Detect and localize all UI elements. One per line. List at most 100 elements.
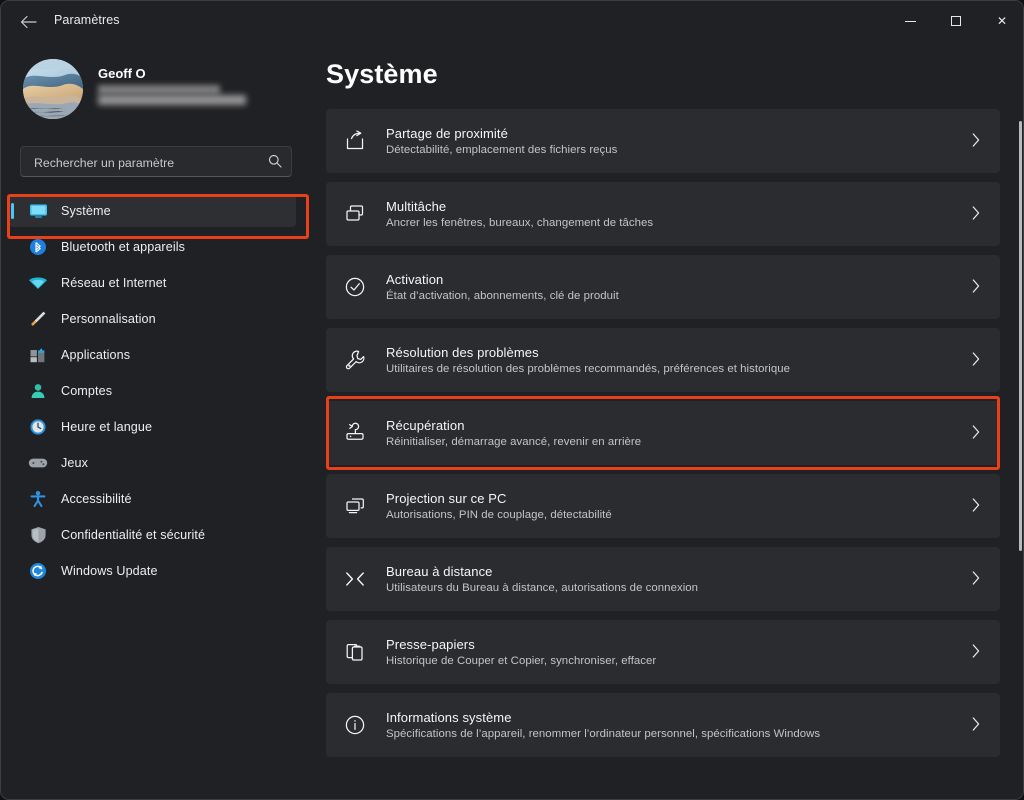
chevron-right-icon: [972, 279, 980, 298]
sidebar-item-applications[interactable]: Applications: [9, 339, 296, 371]
card-subtitle: Ancrer les fenêtres, bureaux, changement…: [386, 217, 653, 229]
card-text: Multitâche Ancrer les fenêtres, bureaux,…: [386, 199, 653, 229]
sidebar-item-windows-update[interactable]: Windows Update: [9, 555, 296, 587]
share-icon: [342, 130, 368, 152]
close-icon: ✕: [997, 15, 1007, 27]
card-partage-de-proximite[interactable]: Partage de proximité Détectabilité, empl…: [326, 109, 1000, 173]
projection-icon: [342, 495, 368, 517]
user-profile[interactable]: Geoff O: [23, 59, 293, 123]
minimize-button[interactable]: [887, 1, 933, 41]
window-title: Paramètres: [54, 13, 120, 27]
person-icon: [27, 382, 49, 400]
remote-desktop-icon: [342, 568, 368, 590]
card-subtitle: Spécifications de l’appareil, renommer l…: [386, 728, 820, 740]
card-text: Projection sur ce PC Autorisations, PIN …: [386, 491, 612, 521]
selection-indicator: [11, 203, 14, 219]
search-box[interactable]: [20, 146, 292, 177]
sidebar-item-label: Jeux: [61, 456, 88, 470]
gamepad-icon: [27, 456, 49, 470]
chevron-right-icon: [972, 352, 980, 371]
sidebar-item-label: Comptes: [61, 384, 112, 398]
wifi-icon: [27, 276, 49, 290]
chevron-right-icon: [972, 133, 980, 152]
card-subtitle: Réinitialiser, démarrage avancé, revenir…: [386, 436, 641, 448]
apps-icon: [27, 346, 49, 364]
card-text: Bureau à distance Utilisateurs du Bureau…: [386, 564, 698, 594]
card-multitache[interactable]: Multitâche Ancrer les fenêtres, bureaux,…: [326, 182, 1000, 246]
window-controls: ✕: [887, 1, 1024, 41]
sidebar-item-label: Réseau et Internet: [61, 276, 166, 290]
back-button[interactable]: [11, 7, 45, 37]
sidebar-item-systeme[interactable]: Système: [9, 195, 296, 227]
search-icon[interactable]: [268, 154, 282, 173]
monitor-icon: [27, 203, 49, 219]
card-subtitle: Autorisations, PIN de couplage, détectab…: [386, 509, 612, 521]
clipboard-icon: [342, 641, 368, 663]
wrench-icon: [342, 349, 368, 371]
page-title: Système: [326, 59, 438, 90]
titlebar: Paramètres ✕: [1, 1, 1024, 41]
card-projection-sur-ce-pc[interactable]: Projection sur ce PC Autorisations, PIN …: [326, 474, 1000, 538]
card-title: Bureau à distance: [386, 564, 698, 579]
card-presse-papiers[interactable]: Presse-papiers Historique de Couper et C…: [326, 620, 1000, 684]
sidebar-item-label: Windows Update: [61, 564, 158, 578]
sidebar-item-label: Confidentialité et sécurité: [61, 528, 205, 542]
chevron-right-icon: [972, 571, 980, 590]
scrollbar-thumb[interactable]: [1019, 121, 1022, 551]
sidebar-item-comptes[interactable]: Comptes: [9, 375, 296, 407]
minimize-icon: [905, 21, 916, 22]
card-title: Récupération: [386, 418, 641, 433]
sidebar-item-accessibilite[interactable]: Accessibilité: [9, 483, 296, 515]
card-title: Multitâche: [386, 199, 653, 214]
close-button[interactable]: ✕: [979, 1, 1024, 41]
sidebar-item-personnalisation[interactable]: Personnalisation: [9, 303, 296, 335]
card-text: Informations système Spécifications de l…: [386, 710, 820, 740]
card-resolution-des-problemes[interactable]: Résolution des problèmes Utilitaires de …: [326, 328, 1000, 392]
sidebar-item-bluetooth[interactable]: Bluetooth et appareils: [9, 231, 296, 263]
sidebar-item-confidentialite[interactable]: Confidentialité et sécurité: [9, 519, 296, 551]
sidebar-item-label: Applications: [61, 348, 130, 362]
chevron-right-icon: [972, 206, 980, 225]
recovery-icon: [342, 422, 368, 444]
clock-icon: [27, 418, 49, 436]
bluetooth-icon: [27, 238, 49, 256]
sidebar-item-heure[interactable]: Heure et langue: [9, 411, 296, 443]
sidebar-item-jeux[interactable]: Jeux: [9, 447, 296, 479]
shield-icon: [27, 526, 49, 544]
avatar-image: [23, 59, 83, 119]
card-recuperation[interactable]: Récupération Réinitialiser, démarrage av…: [326, 401, 1000, 465]
update-icon: [27, 562, 49, 580]
back-arrow-icon: [20, 15, 37, 29]
maximize-button[interactable]: [933, 1, 979, 41]
card-subtitle: Historique de Couper et Copier, synchron…: [386, 655, 656, 667]
sidebar-item-label: Heure et langue: [61, 420, 152, 434]
card-title: Presse-papiers: [386, 637, 656, 652]
card-subtitle: Utilisateurs du Bureau à distance, autor…: [386, 582, 698, 594]
card-text: Partage de proximité Détectabilité, empl…: [386, 126, 617, 156]
main-pane: Système Partage de proximité Détectabili…: [311, 41, 1024, 800]
sidebar-nav: Système Bluetooth et appareils: [1, 191, 311, 591]
card-bureau-a-distance[interactable]: Bureau à distance Utilisateurs du Bureau…: [326, 547, 1000, 611]
card-informations-systeme[interactable]: Informations système Spécifications de l…: [326, 693, 1000, 757]
sidebar-item-label: Personnalisation: [61, 312, 156, 326]
card-title: Résolution des problèmes: [386, 345, 790, 360]
sidebar-item-label: Système: [61, 204, 111, 218]
sidebar-item-reseau[interactable]: Réseau et Internet: [9, 267, 296, 299]
profile-name: Geoff O: [98, 66, 146, 81]
settings-card-list: Partage de proximité Détectabilité, empl…: [326, 109, 1000, 766]
card-subtitle: Détectabilité, emplacement des fichiers …: [386, 144, 617, 156]
card-subtitle: État d’activation, abonnements, clé de p…: [386, 290, 619, 302]
card-text: Presse-papiers Historique de Couper et C…: [386, 637, 656, 667]
search-input[interactable]: [32, 147, 261, 178]
profile-email-redacted: [98, 85, 220, 94]
card-text: Activation État d’activation, abonnement…: [386, 272, 619, 302]
avatar: [23, 59, 83, 119]
card-text: Récupération Réinitialiser, démarrage av…: [386, 418, 641, 448]
check-circle-icon: [342, 276, 368, 298]
windows-stack-icon: [342, 203, 368, 225]
maximize-icon: [951, 16, 961, 26]
chevron-right-icon: [972, 498, 980, 517]
card-title: Projection sur ce PC: [386, 491, 612, 506]
card-activation[interactable]: Activation État d’activation, abonnement…: [326, 255, 1000, 319]
card-title: Partage de proximité: [386, 126, 617, 141]
